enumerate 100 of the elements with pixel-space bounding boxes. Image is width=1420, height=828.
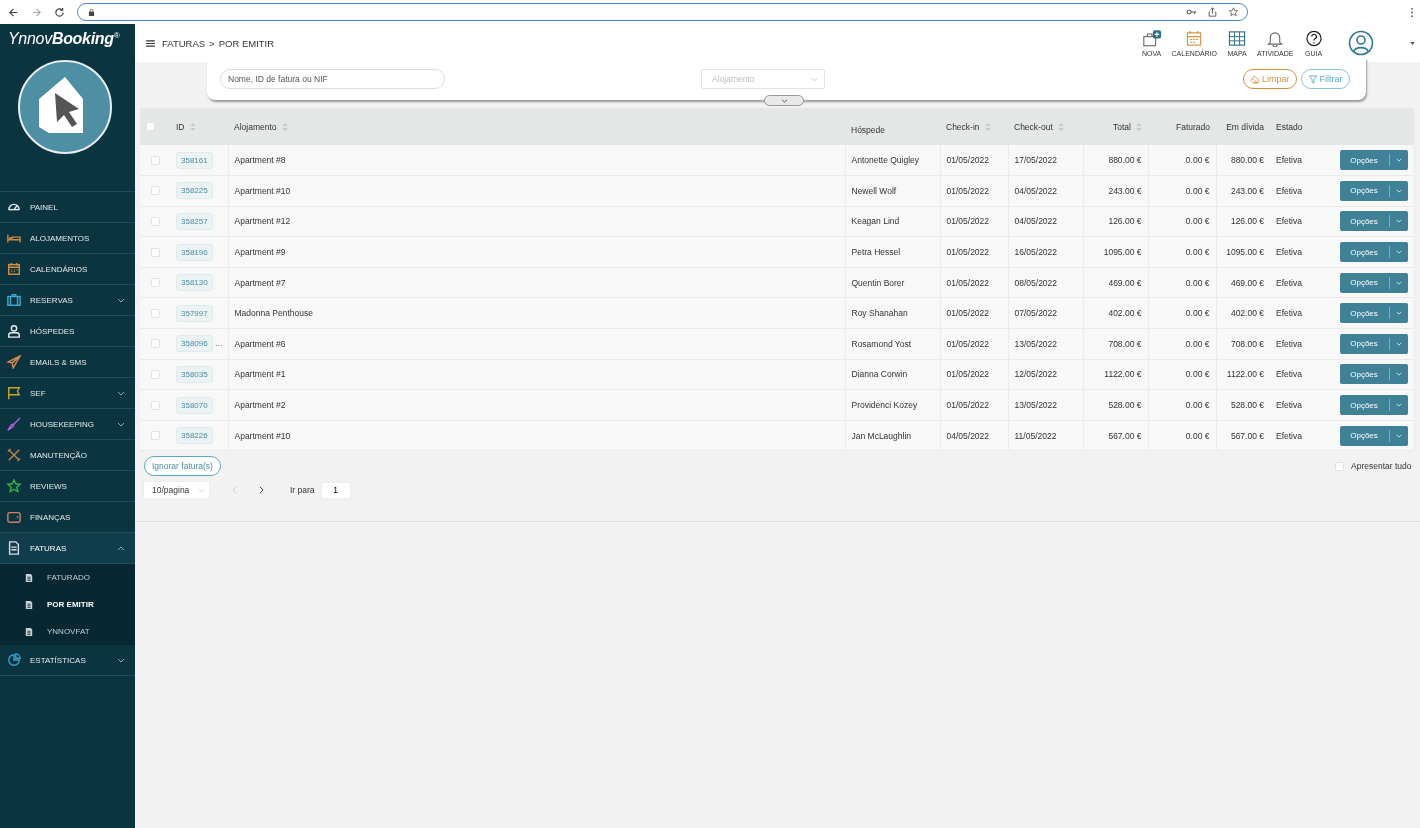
table-cell: 708.00 € (1108, 338, 1142, 349)
sidebar-item[interactable]: PAINEL (0, 192, 135, 223)
logo-icon (17, 59, 113, 155)
table-cell: Apartment #1 (234, 369, 286, 380)
checkbox[interactable] (150, 339, 160, 349)
sidebar-item[interactable]: EMAILS & SMS (0, 347, 135, 378)
table-cell: 708.00 € (1230, 338, 1264, 349)
checkbox[interactable] (1335, 461, 1344, 471)
checkbox[interactable] (150, 155, 160, 165)
menu-icon[interactable] (146, 39, 155, 47)
sidebar-item[interactable]: ESTATÍSTICAS (0, 645, 135, 676)
table-cell: Apartment #7 (234, 277, 286, 288)
table-cell: Efetiva (1276, 247, 1302, 258)
sidebar-item[interactable]: MANUTENÇÃO (0, 440, 135, 471)
back-icon[interactable] (8, 6, 19, 18)
invoice-id-link[interactable]: 357997 (176, 304, 213, 322)
invoice-id-link[interactable]: 358035 (176, 365, 213, 383)
checkbox[interactable] (150, 400, 160, 410)
collapse-toggle[interactable] (764, 95, 804, 106)
sidebar-item[interactable]: RESERVAS (0, 285, 135, 316)
submenu-item[interactable]: POR EMITIR (0, 591, 135, 618)
submenu-item[interactable]: YNNOVFAT (0, 618, 135, 645)
table-cell: 469.00 € (1108, 277, 1142, 288)
column-header[interactable]: Alojamento (234, 121, 277, 132)
user-avatar-icon[interactable] (1347, 30, 1374, 56)
table-cell: 01/05/2022 (946, 185, 990, 196)
invoice-id-link[interactable]: 358225 (176, 182, 213, 200)
sidebar-item[interactable]: ALOJAMENTOS (0, 223, 135, 254)
column-header[interactable]: Check-out (1014, 121, 1053, 132)
table-cell: Efetiva (1276, 369, 1302, 380)
invoice-id-link[interactable]: 358226 (176, 427, 213, 445)
table-cell: 0.00 € (1185, 277, 1210, 288)
table-cell: 01/05/2022 (946, 338, 990, 349)
checkbox[interactable] (150, 431, 160, 441)
table-cell: 528.00 € (1230, 400, 1264, 411)
invoice-id-link[interactable]: 358096 (176, 335, 213, 353)
chevron-down-icon (1395, 433, 1402, 438)
invoice-id-link[interactable]: 358161 (176, 151, 213, 169)
chevron-down-icon (1395, 311, 1402, 316)
submenu-item[interactable]: FATURADO (0, 564, 135, 591)
invoice-id-link[interactable]: 358130 (176, 274, 213, 292)
invoice-id-link[interactable]: 358070 (176, 396, 213, 414)
checkbox[interactable] (150, 278, 160, 288)
table-cell: 126.00 € (1108, 216, 1142, 227)
checkbox[interactable] (150, 369, 160, 379)
checkbox[interactable] (150, 217, 160, 226)
sidebar-item[interactable]: SEF (0, 378, 135, 409)
column-header[interactable]: ID (176, 121, 185, 132)
column-header[interactable]: Check-in (946, 121, 980, 132)
search-field[interactable]: Nome, ID de fatura ou NIF (220, 69, 445, 89)
forward-icon[interactable] (31, 6, 42, 18)
table-cell: Newell Wolf (851, 185, 897, 196)
invoice-id-link[interactable]: 358257 (176, 213, 213, 230)
document-icon (25, 599, 33, 610)
lock-icon (88, 7, 95, 17)
table-cell: Roy Shanahan (851, 308, 908, 319)
table-cell: 0.00 € (1185, 247, 1210, 258)
key-icon[interactable] (1186, 7, 1197, 17)
breadcrumb-item[interactable]: FATURAS (162, 37, 206, 49)
breadcrumb-item[interactable]: POR EMITIR (218, 37, 275, 49)
table-cell: 13/05/2022 (1014, 400, 1058, 411)
invoice-id-link[interactable]: 358196 (176, 243, 213, 261)
table-cell: 243.00 € (1230, 185, 1264, 196)
sidebar-item[interactable]: CALENDÁRIOS (0, 254, 135, 285)
page-number-field[interactable]: 1 (320, 481, 351, 499)
table-cell: 11/05/2022 (1014, 430, 1057, 441)
checkbox[interactable] (150, 247, 160, 257)
table-cell: Efetiva (1276, 185, 1302, 196)
checkbox[interactable] (146, 122, 155, 131)
chevron-down-icon (1395, 403, 1402, 408)
table-cell: Jan McLaughlin (851, 430, 912, 441)
sidebar-item[interactable]: HOUSEKEEPING (0, 409, 135, 440)
table-cell: 1095.00 € (1103, 247, 1142, 258)
checkbox[interactable] (150, 308, 160, 318)
ellipsis-text: … (214, 338, 224, 349)
ignore-invoices-button[interactable]: Ignorar fatura(s) (144, 456, 221, 477)
chevron-down-icon (1395, 280, 1402, 285)
star-icon[interactable] (1228, 7, 1239, 17)
reload-icon[interactable] (54, 6, 65, 18)
table-cell: 126.00 € (1230, 216, 1264, 227)
next-page-icon[interactable] (259, 486, 264, 495)
table-cell: 0.00 € (1185, 155, 1210, 166)
table-cell: Efetiva (1276, 277, 1302, 288)
table-cell: Efetiva (1276, 155, 1302, 166)
table-cell: 1122.00 € (1226, 369, 1264, 380)
table-cell: 07/05/2022 (1014, 308, 1058, 319)
checkbox[interactable] (150, 186, 160, 196)
bell-icon (1265, 29, 1286, 47)
page-size-select[interactable]: 10/pagina (143, 481, 210, 500)
sidebar-item[interactable]: REVIEWS (0, 471, 135, 502)
sidebar-item[interactable]: FATURAS (0, 533, 135, 564)
table-cell: 0.00 € (1185, 400, 1210, 411)
table-cell: Efetiva (1276, 338, 1302, 349)
sidebar-item[interactable]: HÓSPEDES (0, 316, 135, 347)
table-cell: 04/05/2022 (1014, 185, 1058, 196)
caret-icon[interactable] (1409, 41, 1415, 45)
column-header[interactable]: Total (1113, 121, 1131, 132)
share-icon[interactable] (1207, 7, 1218, 17)
table-cell: 469.00 € (1230, 277, 1264, 288)
table-cell: Dianna Corwin (851, 369, 908, 380)
